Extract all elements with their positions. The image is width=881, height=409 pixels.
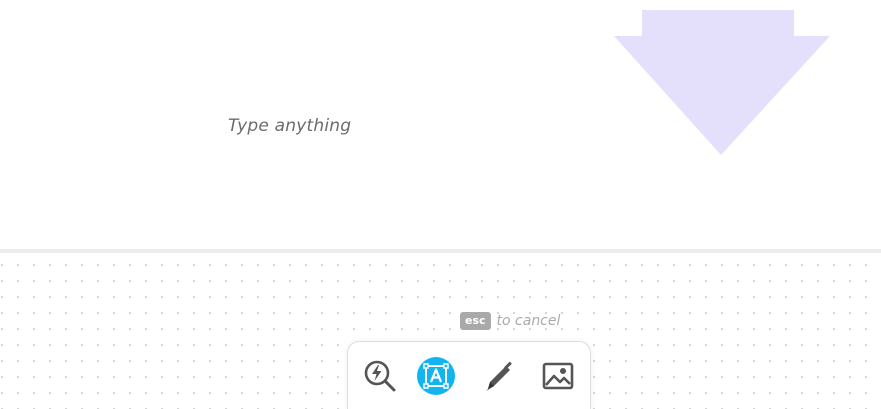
pen-icon: [486, 361, 512, 391]
text-canvas[interactable]: Type anything: [0, 0, 881, 250]
down-arrow-shape[interactable]: [612, 8, 834, 158]
image-icon: [542, 362, 574, 390]
whiteboard-stage: Type anything esc to cancel: [0, 0, 881, 409]
text-placeholder[interactable]: Type anything: [228, 116, 351, 136]
text-tool-icon: [423, 363, 449, 389]
text-tool-highlight: [417, 357, 455, 395]
text-tool-button[interactable]: [414, 354, 458, 398]
quick-search-icon: [364, 360, 396, 392]
cancel-hint-text: to cancel: [496, 313, 561, 329]
pen-tool-button[interactable]: [476, 354, 520, 398]
cancel-hint: esc to cancel: [460, 312, 560, 330]
tool-toolbar: [347, 341, 591, 409]
esc-key-badge: esc: [460, 312, 491, 330]
image-tool-button[interactable]: [536, 354, 580, 398]
quick-search-tool-button[interactable]: [358, 354, 402, 398]
